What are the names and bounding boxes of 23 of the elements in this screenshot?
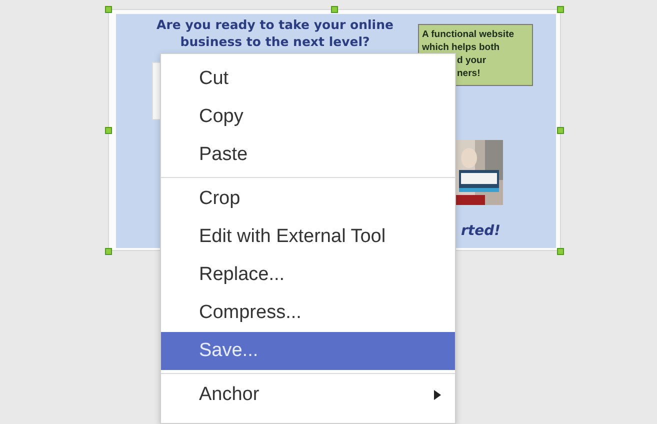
menu-item[interactable]: Copy	[161, 98, 455, 136]
tagline: rted!	[461, 222, 500, 241]
menu-item[interactable]: Edit with External Tool	[161, 218, 455, 256]
note-line: which helps both	[422, 41, 500, 54]
menu-item[interactable]: Anchor	[161, 376, 455, 414]
menu-item[interactable]: Crop	[161, 180, 455, 218]
selection-handle[interactable]	[105, 248, 112, 255]
note-line: d your	[457, 54, 486, 67]
heading-line: Are you ready to take your online	[156, 16, 394, 33]
menu-item[interactable]: Replace...	[161, 256, 455, 294]
selection-handle[interactable]	[557, 127, 564, 134]
selection-handle[interactable]	[557, 6, 564, 13]
selection-handle[interactable]	[331, 6, 338, 13]
menu-item[interactable]: Save...	[161, 332, 455, 370]
menu-item[interactable]: Cut	[161, 60, 455, 98]
note-line: A functional website	[422, 28, 514, 41]
note-line: ners!	[457, 67, 480, 80]
menu-item[interactable]: Compress...	[161, 294, 455, 332]
selection-handle[interactable]	[557, 248, 564, 255]
selection-handle[interactable]	[105, 127, 112, 134]
submenu-arrow-icon	[434, 390, 441, 400]
selection-handle[interactable]	[105, 6, 112, 13]
menu-item[interactable]: Paste	[161, 136, 455, 174]
